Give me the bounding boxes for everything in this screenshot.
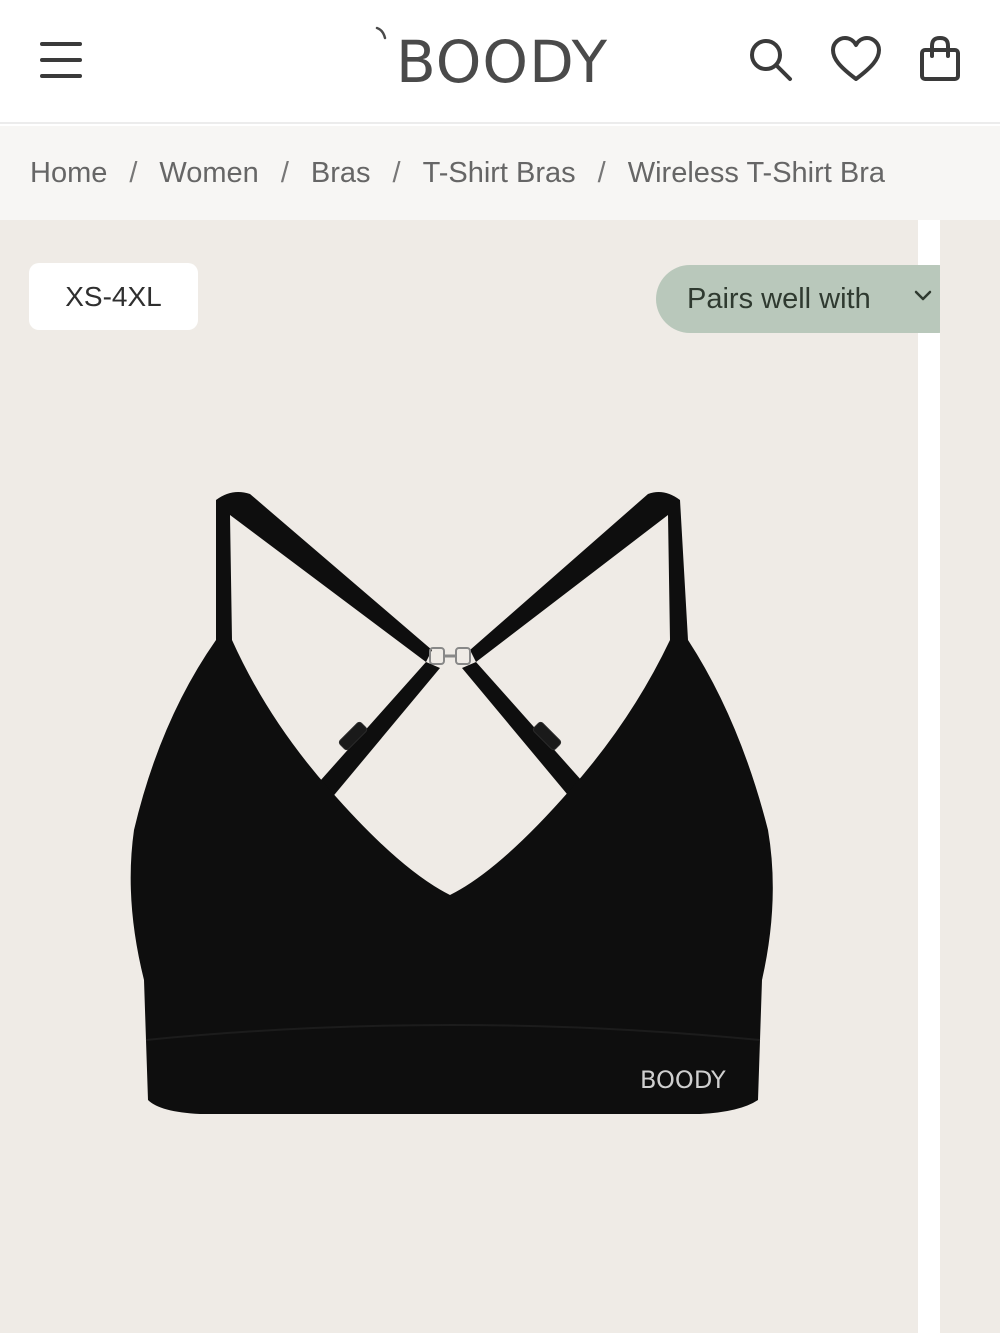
breadcrumb-women[interactable]: Women — [159, 157, 258, 190]
breadcrumb-separator: / — [392, 156, 401, 189]
pairs-well-with-button[interactable]: Pairs well with — [656, 265, 972, 333]
breadcrumb-t-shirt-bras[interactable]: T-Shirt Bras — [423, 157, 576, 190]
product-image-bra: BOODY — [130, 492, 773, 1114]
brand-logo[interactable]: BOODY — [372, 22, 632, 102]
breadcrumb-separator: / — [597, 156, 606, 189]
size-range-badge: XS-4XL — [29, 263, 198, 330]
menu-icon[interactable] — [38, 38, 84, 82]
heart-icon[interactable] — [830, 36, 881, 84]
shopping-bag-icon[interactable] — [918, 35, 966, 84]
breadcrumb-home[interactable]: Home — [30, 157, 107, 190]
breadcrumb-separator: / — [280, 156, 289, 189]
chevron-down-icon — [914, 290, 932, 301]
breadcrumb-separator: / — [129, 156, 138, 189]
logo-text: BOODY — [396, 28, 608, 96]
product-logo-print: BOODY — [640, 1066, 726, 1094]
breadcrumb-current-product: Wireless T-Shirt Bra — [627, 156, 886, 189]
next-product-image-slide[interactable] — [940, 220, 1000, 1333]
search-icon[interactable] — [746, 36, 794, 84]
pairs-well-with-label: Pairs well with — [687, 282, 871, 315]
product-gallery[interactable]: XS-4XL Pairs well with BOODY — [0, 220, 1000, 1333]
breadcrumb-bras[interactable]: Bras — [311, 157, 371, 190]
product-image-slide[interactable]: XS-4XL Pairs well with BOODY — [0, 220, 972, 1333]
breadcrumb: Home / Women / Bras / T-Shirt Bras / Wir… — [0, 126, 1000, 220]
site-header: BOODY — [0, 0, 1000, 124]
